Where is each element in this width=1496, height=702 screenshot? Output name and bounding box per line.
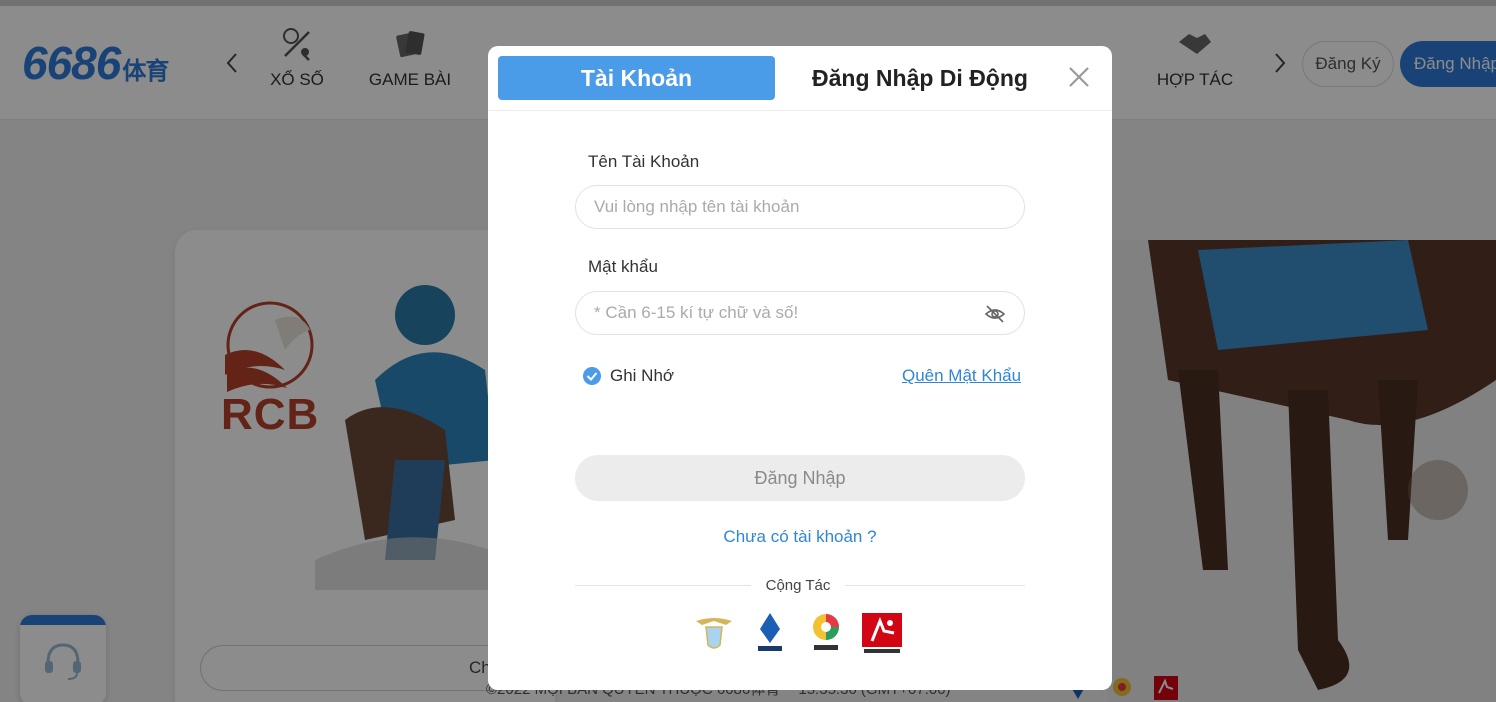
serie-a-logo-icon — [748, 611, 792, 655]
login-modal: Tài Khoản Đăng Nhập Di Động Tên Tài Khoả… — [488, 46, 1112, 690]
partners-divider-left — [575, 585, 751, 586]
password-input[interactable] — [594, 292, 974, 334]
lazio-logo-icon — [692, 611, 736, 655]
bundesliga-logo-icon — [860, 611, 904, 655]
eye-off-icon[interactable] — [984, 303, 1006, 325]
remember-label: Ghi Nhớ — [610, 366, 675, 385]
password-field-wrap — [575, 291, 1025, 335]
close-icon[interactable] — [1066, 64, 1092, 90]
tabs-divider — [488, 110, 1112, 111]
login-tabs: Tài Khoản Đăng Nhập Di Động — [498, 56, 1102, 100]
tab-mobile-login[interactable]: Đăng Nhập Di Động — [794, 56, 1046, 100]
forgot-password-link[interactable]: Quên Mật Khẩu — [902, 366, 1021, 386]
partners-divider-right — [845, 585, 1025, 586]
username-input[interactable] — [594, 186, 974, 228]
checkbox-checked-icon[interactable] — [583, 367, 601, 385]
laliga-logo-icon — [804, 611, 848, 655]
partners-title: Cộng Tác — [765, 577, 831, 594]
password-label: Mật khẩu — [588, 257, 658, 276]
no-account-link[interactable]: Chưa có tài khoản ? — [488, 527, 1112, 547]
tab-account[interactable]: Tài Khoản — [498, 56, 775, 100]
partner-logos — [688, 611, 908, 655]
remember-me[interactable]: Ghi Nhớ — [583, 366, 674, 386]
username-label: Tên Tài Khoản — [588, 152, 700, 171]
login-submit-button[interactable]: Đăng Nhập — [575, 455, 1025, 501]
username-field-wrap — [575, 185, 1025, 229]
